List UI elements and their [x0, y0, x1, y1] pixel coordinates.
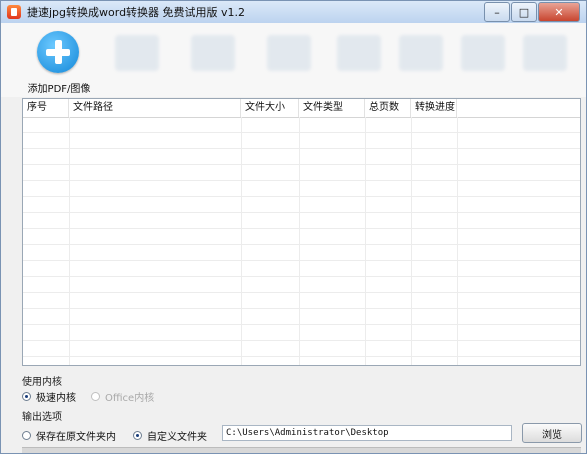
column-header-path[interactable]: 文件路径	[69, 99, 241, 117]
radio-keep-original[interactable]: 保存在原文件夹内	[22, 428, 116, 443]
faded-tool-icon	[461, 35, 505, 71]
toolbar-button-2[interactable]	[101, 31, 173, 95]
window-controls: – □ ✕	[483, 2, 580, 22]
column-divider	[365, 117, 366, 365]
add-pdf-label: 添加PDF/图像	[27, 84, 91, 95]
app-logo-icon	[7, 5, 21, 19]
minimize-button[interactable]: –	[484, 2, 510, 22]
faded-tool-icon	[399, 35, 443, 71]
maximize-icon: □	[518, 5, 530, 19]
column-header-filler	[457, 99, 580, 117]
radio-off-icon[interactable]	[91, 392, 100, 401]
add-icon-wrapper	[37, 31, 81, 74]
column-header-pages[interactable]: 总页数	[365, 99, 411, 117]
radio-office-engine[interactable]: Office内核	[91, 389, 154, 404]
close-icon: ✕	[554, 5, 564, 19]
toolbar-button-3[interactable]	[177, 31, 249, 95]
engine-section-label: 使用内核	[22, 377, 62, 388]
toolbar-button-4[interactable]	[253, 31, 325, 95]
title-bar[interactable]: 捷速jpg转换成word转换器 免费试用版 v1.2 – □ ✕	[1, 1, 586, 23]
faded-tool-icon	[267, 35, 311, 71]
status-bar	[22, 447, 581, 453]
toolbar: 添加PDF/图像	[1, 23, 586, 97]
keep-original-label: 保存在原文件夹内	[36, 432, 116, 443]
output-section-label: 输出选项	[22, 412, 62, 423]
toolbar-button-8[interactable]	[509, 31, 581, 95]
close-button[interactable]: ✕	[538, 2, 580, 22]
add-icon	[37, 31, 79, 73]
radio-on-icon[interactable]	[22, 392, 31, 401]
custom-folder-label: 自定义文件夹	[147, 432, 207, 443]
column-header-type[interactable]: 文件类型	[299, 99, 365, 117]
column-header-progress[interactable]: 转换进度	[411, 99, 457, 117]
faded-tool-icon	[115, 35, 159, 71]
browse-button[interactable]: 浏览	[522, 423, 582, 443]
column-divider	[411, 117, 412, 365]
radio-custom-folder[interactable]: 自定义文件夹	[133, 428, 207, 443]
office-engine-label: Office内核	[105, 393, 155, 404]
file-table[interactable]: 序号 文件路径 文件大小 文件类型 总页数 转换进度	[22, 98, 581, 366]
faded-tool-icon	[191, 35, 235, 71]
app-window: 捷速jpg转换成word转换器 免费试用版 v1.2 – □ ✕ 添加PDF/图…	[0, 0, 587, 454]
faded-tool-icon	[523, 35, 567, 71]
radio-fast-engine[interactable]: 极速内核	[22, 389, 76, 404]
radio-off-icon[interactable]	[22, 431, 31, 440]
table-header: 序号 文件路径 文件大小 文件类型 总页数 转换进度	[23, 99, 580, 118]
radio-on-icon[interactable]	[133, 431, 142, 440]
table-body	[23, 117, 580, 365]
column-divider	[69, 117, 70, 365]
column-divider	[457, 117, 458, 365]
add-pdf-button[interactable]: 添加PDF/图像	[23, 31, 95, 95]
fast-engine-label: 极速内核	[36, 393, 76, 404]
column-divider	[299, 117, 300, 365]
minimize-icon: –	[494, 5, 500, 19]
column-header-index[interactable]: 序号	[23, 99, 69, 117]
output-path-field[interactable]: C:\Users\Administrator\Desktop	[222, 425, 512, 441]
column-divider	[241, 117, 242, 365]
maximize-button[interactable]: □	[511, 2, 537, 22]
column-header-size[interactable]: 文件大小	[241, 99, 299, 117]
faded-tool-icon	[337, 35, 381, 71]
window-title: 捷速jpg转换成word转换器 免费试用版 v1.2	[27, 6, 246, 19]
